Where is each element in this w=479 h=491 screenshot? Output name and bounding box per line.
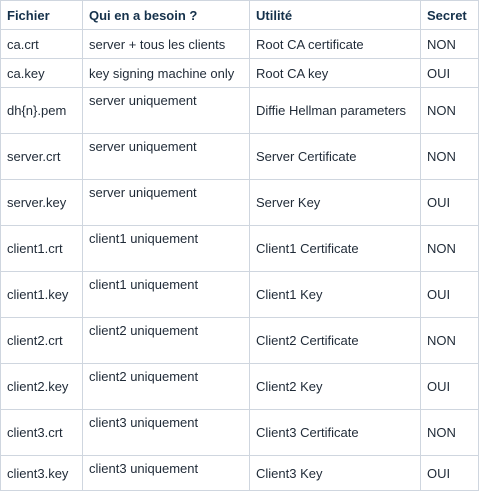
cell-fichier: client1.key <box>0 271 83 318</box>
table-row: ca.crt server + tous les clients Root CA… <box>0 29 479 59</box>
cell-fichier: ca.key <box>0 58 83 88</box>
cell-besoin: server uniquement <box>82 87 250 134</box>
cell-secret: NON <box>420 317 479 364</box>
files-table: Fichier Qui en a besoin ? Utilité Secret… <box>0 0 479 491</box>
cell-besoin: client1 uniquement <box>82 271 250 318</box>
table-row: dh{n}.pem server uniquement Diffie Hellm… <box>0 87 479 134</box>
cell-fichier: client2.key <box>0 363 83 410</box>
cell-besoin: client2 uniquement <box>82 363 250 410</box>
cell-utilite: Client3 Key <box>249 455 421 491</box>
cell-fichier: server.crt <box>0 133 83 180</box>
header-secret: Secret <box>420 0 479 30</box>
cell-utilite: Client1 Key <box>249 271 421 318</box>
cell-utilite: Root CA certificate <box>249 29 421 59</box>
cell-utilite: Diffie Hellman parameters <box>249 87 421 134</box>
cell-secret: NON <box>420 87 479 134</box>
cell-besoin: server uniquement <box>82 133 250 180</box>
cell-secret: NON <box>420 133 479 180</box>
cell-besoin: client3 uniquement <box>82 455 250 491</box>
cell-fichier: client2.crt <box>0 317 83 364</box>
cell-besoin: server + tous les clients <box>82 29 250 59</box>
cell-utilite: Client2 Certificate <box>249 317 421 364</box>
cell-fichier: client3.key <box>0 455 83 491</box>
cell-fichier: server.key <box>0 179 83 226</box>
cell-fichier: dh{n}.pem <box>0 87 83 134</box>
table-row: client1.key client1 uniquement Client1 K… <box>0 271 479 318</box>
table-row: client2.key client2 uniquement Client2 K… <box>0 363 479 410</box>
cell-utilite: Server Key <box>249 179 421 226</box>
cell-fichier: client1.crt <box>0 225 83 272</box>
cell-secret: OUI <box>420 58 479 88</box>
cell-secret: OUI <box>420 455 479 491</box>
cell-secret: NON <box>420 29 479 59</box>
cell-besoin: client2 uniquement <box>82 317 250 364</box>
cell-fichier: ca.crt <box>0 29 83 59</box>
cell-secret: OUI <box>420 179 479 226</box>
cell-utilite: Client1 Certificate <box>249 225 421 272</box>
header-fichier: Fichier <box>0 0 83 30</box>
header-qui-en-a-besoin: Qui en a besoin ? <box>82 0 250 30</box>
table-header-row: Fichier Qui en a besoin ? Utilité Secret <box>0 0 479 30</box>
table-row: server.crt server uniquement Server Cert… <box>0 133 479 180</box>
header-utilite: Utilité <box>249 0 421 30</box>
cell-besoin: client1 uniquement <box>82 225 250 272</box>
table-row: client1.crt client1 uniquement Client1 C… <box>0 225 479 272</box>
cell-secret: OUI <box>420 271 479 318</box>
cell-utilite: Root CA key <box>249 58 421 88</box>
table-row: client2.crt client2 uniquement Client2 C… <box>0 317 479 364</box>
table-row: client3.key client3 uniquement Client3 K… <box>0 455 479 491</box>
table-row: server.key server uniquement Server Key … <box>0 179 479 226</box>
cell-secret: OUI <box>420 363 479 410</box>
cell-besoin: key signing machine only <box>82 58 250 88</box>
table-row: ca.key key signing machine only Root CA … <box>0 58 479 88</box>
cell-utilite: Client2 Key <box>249 363 421 410</box>
cell-utilite: Server Certificate <box>249 133 421 180</box>
cell-secret: NON <box>420 225 479 272</box>
cell-besoin: server uniquement <box>82 179 250 226</box>
